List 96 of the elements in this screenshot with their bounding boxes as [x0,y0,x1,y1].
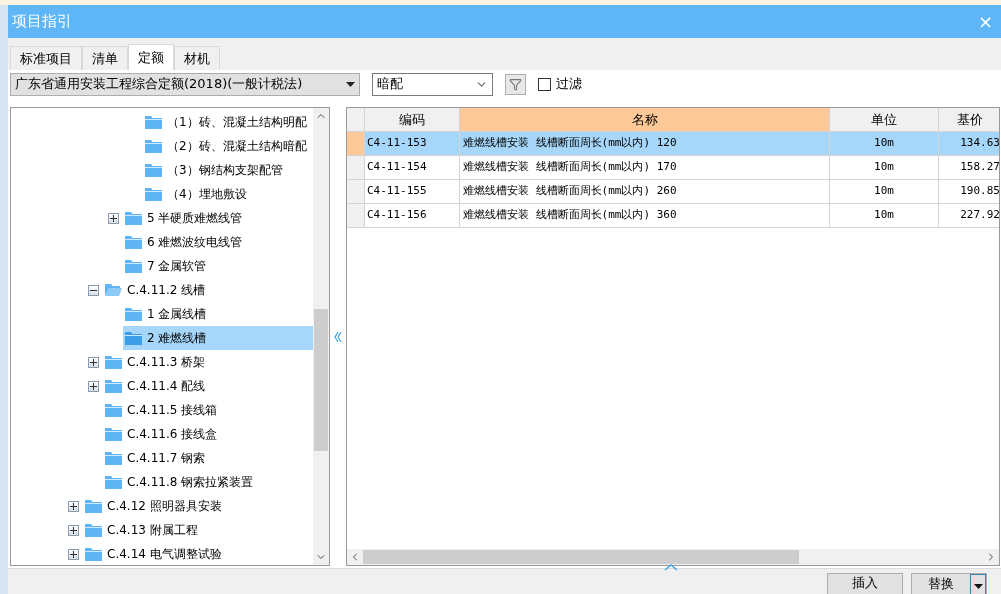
table-row[interactable]: C4-11-155 难燃线槽安装 线槽断面周长(mm以内) 260 10m 190.85 [347,180,999,204]
folder-icon [85,523,102,537]
table-cell-text: 10m [873,207,895,224]
table-row[interactable]: C4-11-153 难燃线槽安装 线槽断面周长(mm以内) 120 10m 134.63 [347,132,999,156]
folder-icon [105,427,122,441]
tab[interactable]: 材机 [174,46,220,70]
folder-icon [145,187,162,201]
table-cell-text: 难燃线槽安装 线槽断面周长(mm以内) 170 [462,159,678,176]
folder-icon [85,547,102,561]
folder-icon [105,451,122,465]
tree-item[interactable]: 5 半硬质难燃线管 [123,206,251,230]
tree-item[interactable]: 1 金属线槽 [123,302,215,326]
tree-item[interactable]: 6 难燃波纹电线管 [123,230,251,254]
tree-item[interactable]: C.4.11.2 线槽 [103,278,214,302]
table-cell-text: 227.92 [959,207,999,224]
folder-icon [125,259,142,273]
folder-icon [125,331,142,345]
open-folder-icon [105,283,122,297]
table-cell-text: C4-11-154 [366,159,428,176]
table-row[interactable]: C4-11-156 难燃线槽安装 线槽断面周长(mm以内) 360 10m 227.92 [347,204,999,228]
tab[interactable]: 清单 [82,46,128,70]
insert-button[interactable]: 插入 [827,573,903,594]
filter-button[interactable] [505,73,526,95]
column-header[interactable]: 名称 [460,108,830,131]
tree-item[interactable]: C.4.11.7 钢索 [103,446,214,470]
tab[interactable]: 标准项目 [10,46,82,70]
plus-icon [89,382,97,390]
plus-icon [69,502,77,510]
tree-item[interactable]: 7 金属软管 [123,254,215,278]
collapse-left-icon[interactable] [334,330,342,343]
folder-icon [145,139,162,153]
tree-item[interactable]: C.4.11.8 钢索拉紧装置 [103,470,262,494]
expand-toggle[interactable] [87,356,99,368]
filter-icon [509,77,522,91]
tree-item[interactable]: C.4.11.3 桥架 [103,350,214,374]
tab[interactable]: 定额 [128,44,174,70]
table-cell-text: 10m [873,159,895,176]
tree-item[interactable]: （3）钢结构支架配管 [143,158,291,182]
table-cell-text: 难燃线槽安装 线槽断面周长(mm以内) 360 [462,207,678,224]
expand-toggle[interactable] [67,548,79,560]
folder-icon [125,307,142,321]
caret-icon[interactable] [970,574,986,594]
expand-toggle[interactable] [67,500,79,512]
library-dropdown[interactable]: 广东省通用安装工程综合定额(2018)(一般计税法) [10,72,360,96]
column-header[interactable]: 基价 [939,108,999,131]
folder-icon [125,235,142,249]
plus-icon [69,526,77,534]
table-cell-text: C4-11-156 [366,207,428,224]
folder-icon [105,475,122,489]
column-header[interactable]: 单位 [830,108,939,131]
table-cell-text: 难燃线槽安装 线槽断面周长(mm以内) 120 [462,135,678,152]
table-cell-text: 158.27 [959,159,999,176]
filter-dropdown[interactable]: 暗配 [372,72,493,96]
expand-toggle[interactable] [87,380,99,392]
tree-item[interactable]: （1）砖、混凝土结构明配 [143,110,313,134]
plus-icon [89,358,97,366]
tree-item[interactable]: C.4.11.4 配线 [103,374,214,398]
tree-item[interactable]: C.4.11.5 接线箱 [103,398,226,422]
expand-up-icon[interactable] [664,564,678,571]
plus-icon [69,550,77,558]
folder-icon [145,115,162,129]
scroll-thumb[interactable] [363,550,799,564]
horizontal-scrollbar[interactable] [347,549,999,565]
column-header[interactable]: 编码 [365,108,460,131]
table-cell-text: 10m [873,135,895,152]
table-cell-text: 难燃线槽安装 线槽断面周长(mm以内) 260 [462,183,678,200]
expand-toggle[interactable] [67,524,79,536]
tree-item[interactable]: 2 难燃线槽 [123,326,313,350]
replace-split-button[interactable]: 替换 [911,573,987,594]
plus-icon [109,214,117,222]
folder-icon [105,355,122,369]
tree-item[interactable]: （2）砖、混凝土结构暗配 [143,134,313,158]
folder-icon [125,211,142,225]
checkbox[interactable] [538,77,551,91]
folder-icon [105,379,122,393]
tree-item[interactable]: C.4.13 附属工程 [83,518,206,542]
tree-item[interactable]: C.4.12 照明器具安装 [83,494,230,518]
table-cell-text: 10m [873,183,895,200]
window-title: 项目指引 [12,11,72,33]
folder-icon [85,499,102,513]
checkbox-label: 过滤 [556,75,582,94]
table-row[interactable]: C4-11-154 难燃线槽安装 线槽断面周长(mm以内) 170 10m 158.27 [347,156,999,180]
scroll-thumb[interactable] [314,309,328,451]
tree-item[interactable]: C.4.11.6 接线盒 [103,422,226,446]
table-cell-text: C4-11-153 [366,135,428,152]
table-cell-text: 190.85 [959,183,999,200]
folder-icon [105,403,122,417]
caret-icon [346,81,355,87]
tree-item[interactable]: （4）埋地敷设 [143,182,255,206]
vertical-scrollbar[interactable] [313,108,329,565]
collapse-toggle[interactable] [87,284,99,296]
table-cell-text: 134.63 [959,135,999,152]
folder-icon [145,163,162,177]
table-cell-text: C4-11-155 [366,183,428,200]
expand-toggle[interactable] [107,212,119,224]
tree-item[interactable]: C.4.14 电气调整试验 [83,542,230,565]
